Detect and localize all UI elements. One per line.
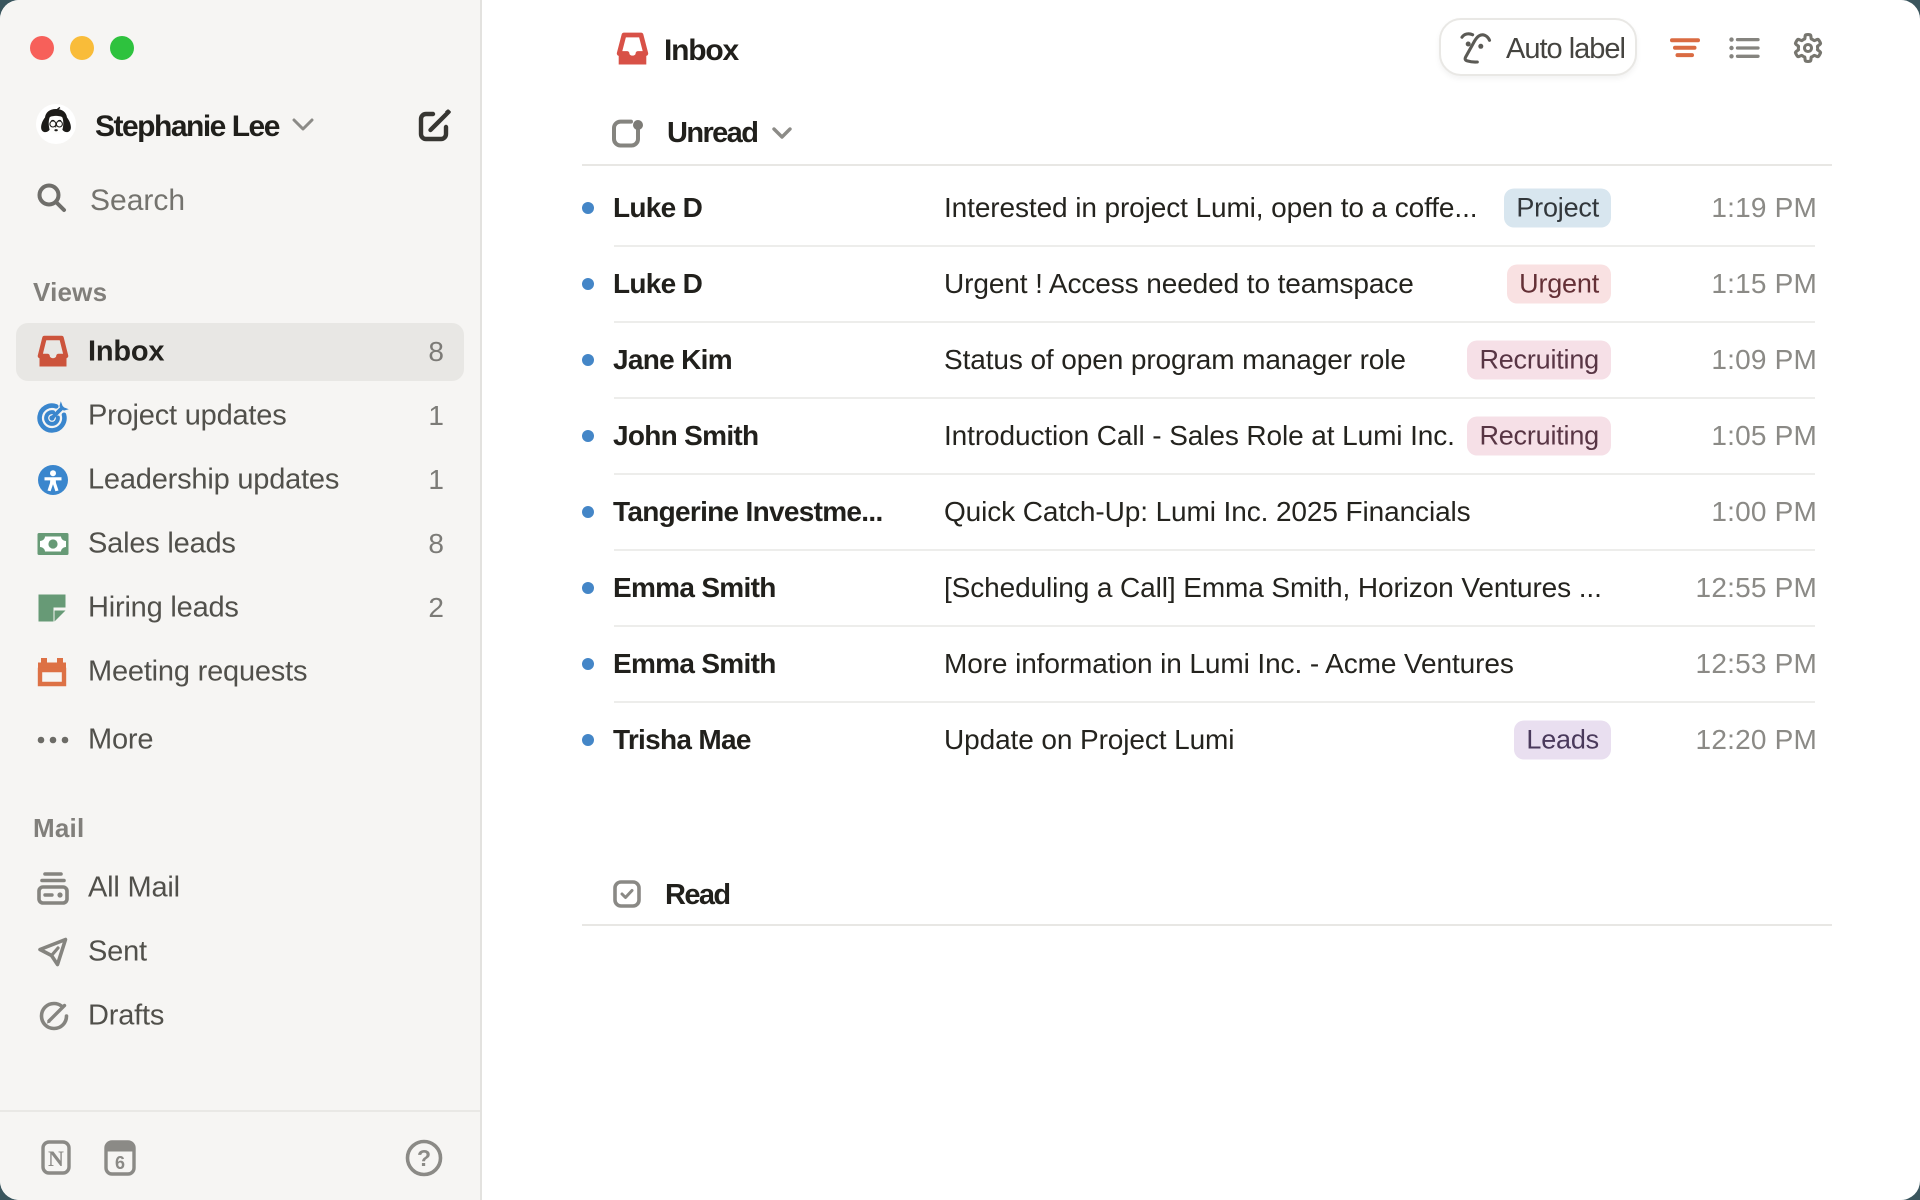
svg-text:6: 6 [115, 1153, 125, 1173]
svg-text:N: N [48, 1146, 64, 1171]
svg-text:?: ? [417, 1145, 431, 1171]
